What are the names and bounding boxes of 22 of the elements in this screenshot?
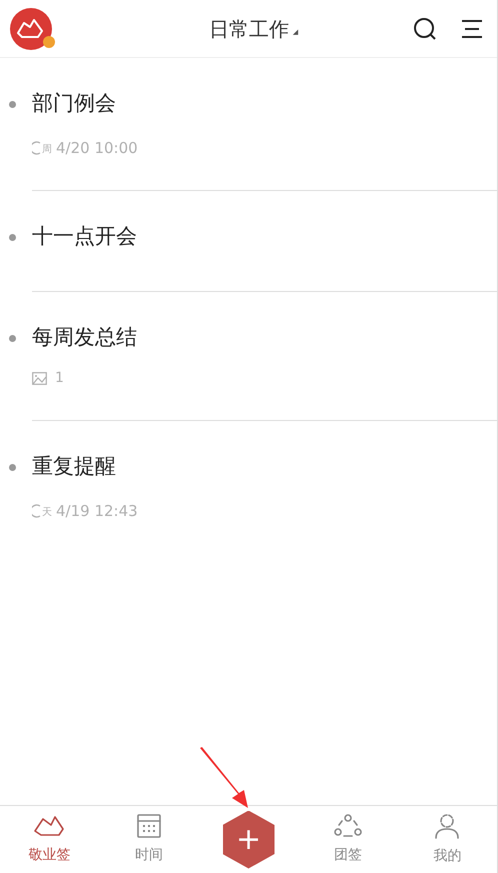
calendar-icon [136,813,162,839]
menu-icon [461,18,483,38]
app-logo[interactable] [10,8,52,50]
team-circles-icon [334,813,362,839]
note-title[interactable]: 重复提醒 [32,451,116,483]
nav-tab[interactable]: 敬业签 [0,813,100,866]
add-button[interactable]: + [222,810,275,868]
folded-paper-icon [16,16,46,40]
nav-tab[interactable]: 团签 [298,813,398,866]
nav-tab[interactable]: 我的 [398,812,498,867]
note-title[interactable]: 部门例会 [32,88,116,120]
reminder-time: 4/19 12:43 [56,500,138,522]
person-icon [433,812,462,840]
note-title[interactable]: 十一点开会 [32,221,137,253]
pointer-arrow [198,746,250,810]
note-title[interactable]: 每周发总结 [32,322,137,354]
reminder-time: 4/20 10:00 [56,138,138,159]
search-icon [413,16,437,40]
image-count: 1 [55,368,64,388]
image-icon [32,372,47,384]
nav-tab[interactable]: 时间 [99,813,199,866]
notebook-title[interactable]: 日常工作 [208,14,289,44]
